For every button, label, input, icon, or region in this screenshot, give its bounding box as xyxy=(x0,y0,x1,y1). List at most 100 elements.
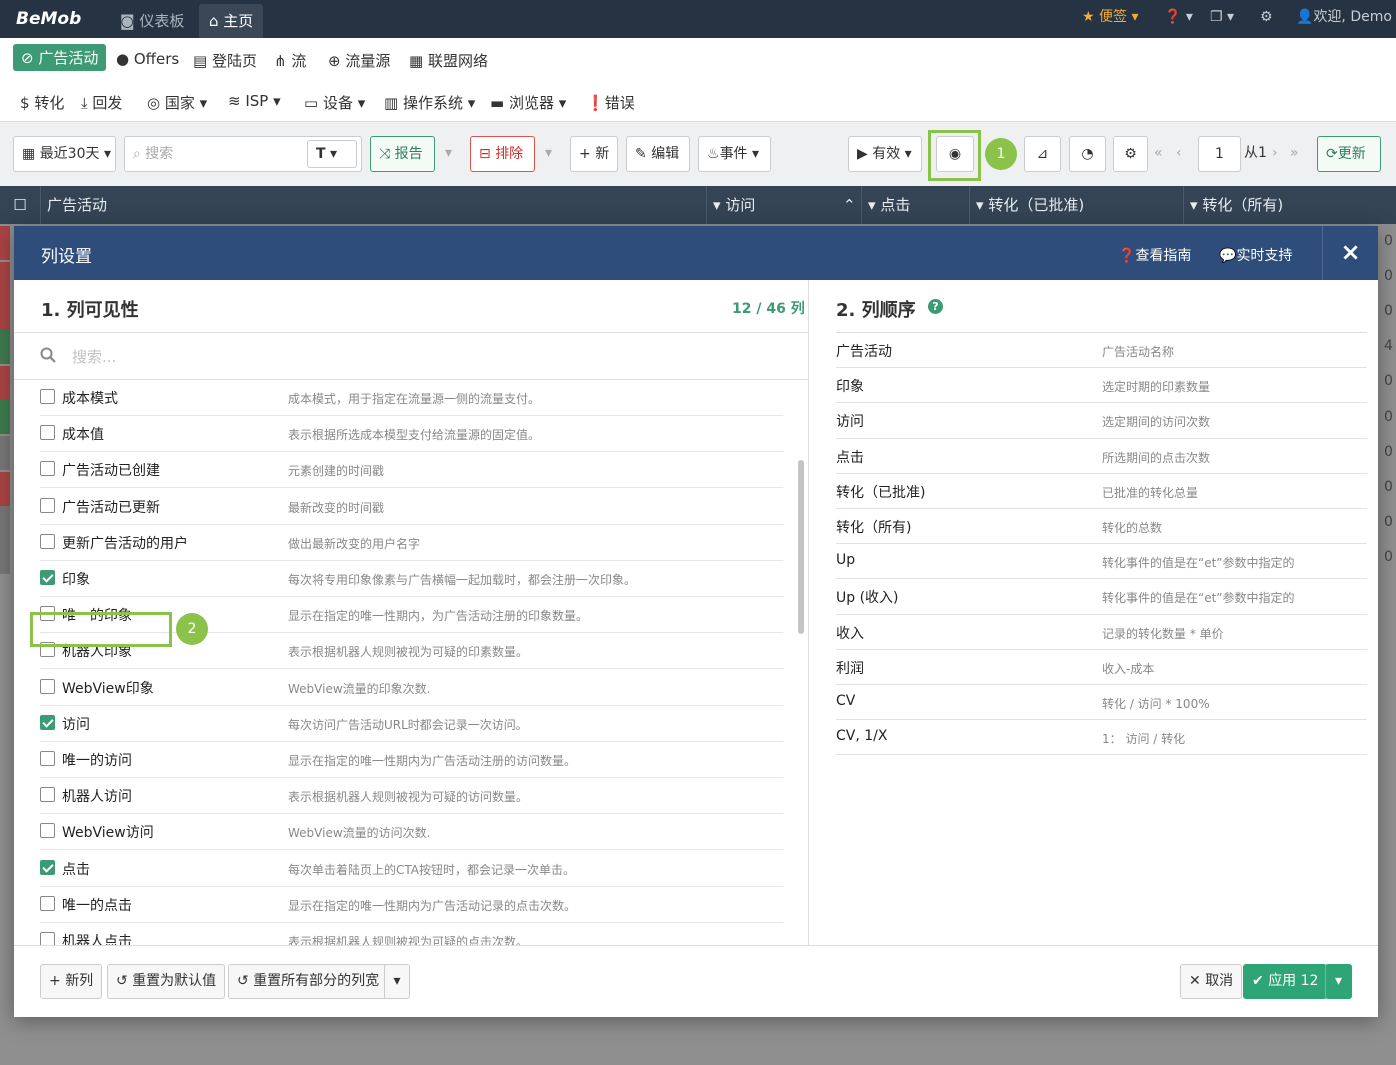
select-all-checkbox[interactable]: ☐ xyxy=(0,186,40,224)
help-menu[interactable]: ❓ ▾ xyxy=(1164,0,1193,38)
tab-home[interactable]: ⌂ 主页 xyxy=(199,4,264,38)
live-support-link[interactable]: 💬实时支持 xyxy=(1219,245,1292,265)
text-filter-select[interactable]: T ▾ xyxy=(307,140,357,168)
nav-landers[interactable]: ▤ 登陆页 xyxy=(193,50,257,71)
close-button[interactable]: × xyxy=(1322,226,1378,280)
column-order-row[interactable]: Up 转化事件的值是在“et”参数中指定的 xyxy=(836,544,1367,580)
help-icon[interactable]: ? xyxy=(928,299,943,314)
chart-button[interactable]: ⊿ xyxy=(1024,136,1061,172)
table-settings-button[interactable]: ⚙ xyxy=(1113,136,1148,172)
cancel-button[interactable]: ✕ 取消 xyxy=(1180,964,1243,999)
column-checkbox[interactable] xyxy=(40,823,55,839)
column-order-row[interactable]: 利润 收入-成本 xyxy=(836,650,1367,685)
header-conv-all[interactable]: ▾ 转化（所有) xyxy=(1183,186,1396,224)
column-order-row[interactable]: CV 转化 / 访问 * 100% xyxy=(836,685,1367,721)
events-button[interactable]: ♨事件 ▾ xyxy=(698,136,771,172)
apply-dropdown[interactable]: ▾ xyxy=(1325,964,1352,999)
report-button[interactable]: ⤨ 报告 xyxy=(370,136,435,172)
column-order-row[interactable]: 访问 选定期间的访问次数 xyxy=(836,403,1367,439)
date-range-select[interactable]: ▦ 最近30天 ▾ xyxy=(13,136,116,172)
column-order-row[interactable]: 广告活动 广告活动名称 xyxy=(836,333,1367,369)
reset-default-button[interactable]: ↺ 重置为默认值 xyxy=(107,964,226,999)
header-clicks[interactable]: ▾ 点击 xyxy=(861,186,969,224)
column-order-row[interactable]: CV, 1/X 1： 访问 / 转化 xyxy=(836,720,1367,756)
column-order-row[interactable]: 转化（已批准) 已批准的转化总量 xyxy=(836,474,1367,509)
column-checkbox[interactable] xyxy=(40,932,55,945)
column-visibility-row[interactable]: 点击 每次单击着陆页上的CTA按钮时，都会记录一次单击。 xyxy=(40,851,783,887)
column-checkbox[interactable] xyxy=(40,859,55,875)
nav-browsers[interactable]: ▬ 浏览器 ▾ xyxy=(490,92,566,113)
last-page-button[interactable]: » xyxy=(1290,136,1310,172)
next-page-button[interactable]: › xyxy=(1272,136,1288,172)
reset-widths-button[interactable]: ↺ 重置所有部分的列宽 xyxy=(228,964,389,999)
nav-affiliate-networks[interactable]: ▦ 联盟网络 xyxy=(409,50,488,71)
column-visibility-row[interactable]: 成本模式 成本模式，用于指定在流量源一侧的流量支付。 xyxy=(40,380,783,416)
column-checkbox[interactable] xyxy=(40,678,55,694)
comments-button[interactable]: ◔ xyxy=(1069,136,1106,172)
bemob-logo[interactable]: BeMob xyxy=(16,9,81,29)
report-dropdown[interactable]: ▾ xyxy=(437,136,461,172)
nav-errors[interactable]: ❗错误 xyxy=(586,92,635,113)
apply-button[interactable]: ✔ 应用 12 xyxy=(1243,964,1328,999)
column-visibility-row[interactable]: 成本值 表示根据所选成本模型支付给流量源的固定值。 xyxy=(40,416,783,453)
column-checkbox[interactable] xyxy=(40,533,55,549)
column-visibility-row[interactable]: 机器人点击 表示根据机器人规则被视为可疑的点击次数。 xyxy=(40,923,783,945)
column-visibility-row[interactable]: WebView访问 WebView流量的访问次数. xyxy=(40,814,783,851)
column-search-input[interactable] xyxy=(72,345,772,369)
settings-button[interactable]: ⚙ xyxy=(1260,0,1273,38)
exclude-dropdown[interactable]: ▾ xyxy=(537,136,561,172)
column-order-row[interactable]: 点击 所选期间的点击次数 xyxy=(836,439,1367,474)
column-checkbox[interactable] xyxy=(40,461,55,477)
guide-link[interactable]: ❓查看指南 xyxy=(1118,245,1191,265)
column-visibility-row[interactable]: 唯一的访问 显示在指定的唯一性期内为广告活动注册的访问数量。 xyxy=(40,742,783,778)
column-visibility-row[interactable]: 广告活动已创建 元素创建的时间戳 xyxy=(40,452,783,489)
column-order-row[interactable]: 转化（所有) 转化的总数 xyxy=(836,509,1367,545)
new-column-button[interactable]: + 新列 xyxy=(40,964,103,999)
edit-button[interactable]: ✎ 编辑 xyxy=(626,136,690,172)
column-checkbox[interactable] xyxy=(40,895,55,911)
header-visits[interactable]: ▾ 访问 ⌃ xyxy=(706,186,861,224)
nav-os[interactable]: ▥ 操作系统 ▾ xyxy=(384,92,475,113)
tab-dashboard[interactable]: ◙ 仪表板 xyxy=(110,4,194,38)
prev-page-button[interactable]: ‹ xyxy=(1176,136,1194,172)
nav-flows[interactable]: ⋔ 流 xyxy=(274,50,306,71)
column-visibility-row[interactable]: 唯一的点击 显示在指定的唯一性期内为广告活动记录的点击次数。 xyxy=(40,887,783,923)
notes-menu[interactable]: ★ 便签 ▾ xyxy=(1082,0,1139,38)
nav-traffic-sources[interactable]: ⊕ 流量源 xyxy=(328,50,390,71)
reset-dropdown[interactable]: ▾ xyxy=(384,964,410,999)
new-button[interactable]: + 新 xyxy=(570,136,618,172)
header-campaign[interactable]: 广告活动 xyxy=(40,186,706,224)
nav-campaigns[interactable]: ⊘ 广告活动 xyxy=(13,44,107,71)
copy-menu[interactable]: ❐ ▾ xyxy=(1210,0,1234,38)
nav-countries[interactable]: ◎ 国家 ▾ xyxy=(147,92,207,113)
column-visibility-row[interactable]: 机器人访问 表示根据机器人规则被视为可疑的访问数量。 xyxy=(40,778,783,815)
refresh-button[interactable]: ⟳更新 xyxy=(1317,136,1381,172)
column-visibility-row[interactable]: 访问 每次访问广告活动URL时都会记录一次访问。 xyxy=(40,706,783,742)
page-input[interactable]: 1 xyxy=(1198,136,1241,172)
column-visibility-row[interactable]: 印象 每次将专用印象像素与广告横幅一起加载时，都会注册一次印象。 xyxy=(40,561,783,597)
column-visibility-row[interactable]: 更新广告活动的用户 做出最新改变的用户名字 xyxy=(40,525,783,561)
user-menu[interactable]: 👤欢迎, Demo xyxy=(1296,0,1392,38)
column-checkbox[interactable] xyxy=(40,570,55,585)
column-order-row[interactable]: 印象 选定时期的印素数量 xyxy=(836,368,1367,404)
nav-conversions[interactable]: $ 转化 xyxy=(20,92,64,113)
scrollbar-thumb[interactable] xyxy=(798,460,804,634)
column-checkbox[interactable] xyxy=(40,714,55,730)
column-checkbox[interactable] xyxy=(40,425,55,441)
column-order-row[interactable]: Up (收入) 转化事件的值是在“et”参数中指定的 xyxy=(836,579,1367,615)
column-checkbox[interactable] xyxy=(40,751,55,766)
column-checkbox[interactable] xyxy=(40,787,55,803)
nav-postbacks[interactable]: ⤓ 回发 xyxy=(81,92,122,113)
column-order-row[interactable]: 收入 记录的转化数量 * 单价 xyxy=(836,615,1367,650)
nav-devices[interactable]: ▭ 设备 ▾ xyxy=(304,92,365,113)
column-visibility-row[interactable]: WebView印象 WebView流量的印象次数. xyxy=(40,670,783,706)
nav-isp[interactable]: ≋ ISP ▾ xyxy=(228,92,281,110)
first-page-button[interactable]: « xyxy=(1154,136,1174,172)
column-visibility-row[interactable]: 广告活动已更新 最新改变的时间戳 xyxy=(40,489,783,525)
exclude-button[interactable]: ⊟ 排除 xyxy=(470,136,535,172)
status-filter-select[interactable]: ▶ 有效 ▾ xyxy=(848,136,922,172)
header-conv-approved[interactable]: ▾ 转化（已批准) xyxy=(969,186,1183,224)
nav-offers[interactable]: ● Offers xyxy=(116,50,179,68)
column-checkbox[interactable] xyxy=(40,497,55,513)
column-checkbox[interactable] xyxy=(40,389,55,404)
